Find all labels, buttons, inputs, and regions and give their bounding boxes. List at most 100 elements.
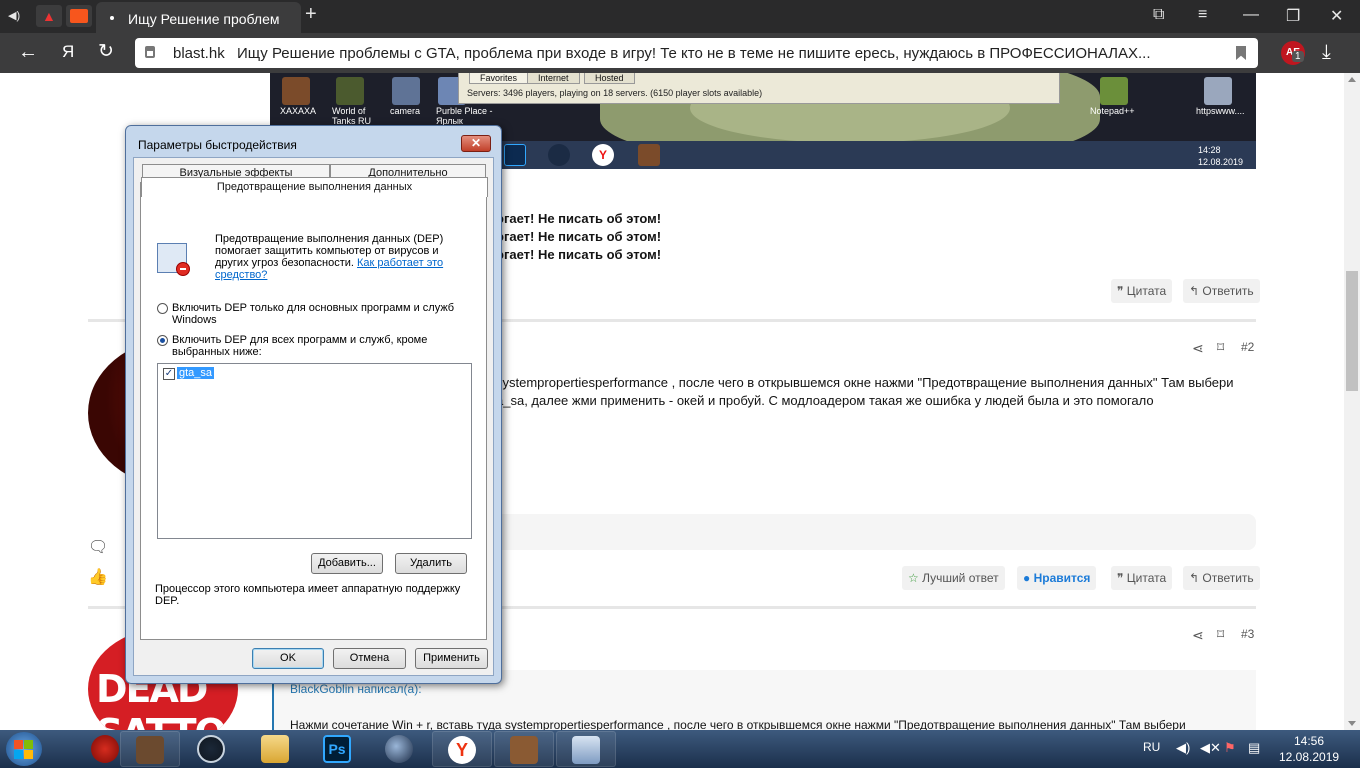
cpu-support-note: Процессор этого компьютера имеет аппарат… (155, 583, 461, 607)
like-button[interactable]: ● Нравится (1017, 566, 1097, 590)
dep-exception-list[interactable]: ✓ gta_sa (157, 363, 472, 539)
bookmark-post-icon-3[interactable]: ⌑ (1217, 626, 1224, 643)
windows-logo-part (14, 750, 23, 759)
restore-button[interactable]: ❐ (1286, 6, 1300, 26)
url-host: blast.hk (173, 45, 225, 62)
back-button[interactable]: ← (18, 41, 38, 63)
page-scrollbar[interactable] (1344, 73, 1360, 730)
taskbar-system[interactable] (556, 731, 616, 767)
taskbar-explorer[interactable] (246, 731, 306, 767)
pinned-tab-warning[interactable]: ▲ (36, 5, 62, 27)
network-warning-icon[interactable]: ⚑ (1224, 740, 1236, 756)
warning-icon: ▲ (42, 8, 56, 24)
desktop-icon-1 (282, 77, 310, 105)
extension-badge: 1 (1292, 51, 1304, 62)
star-icon: ☆ (908, 571, 923, 585)
bookmarks-icon[interactable]: ⧉ (1153, 6, 1164, 24)
radio-dep-essential[interactable] (157, 303, 168, 314)
samp-status: Servers: 3496 players, playing on 18 ser… (467, 88, 763, 98)
action-center-icon[interactable]: ▤ (1248, 740, 1260, 756)
gta-sa-checkbox[interactable]: ✓ (163, 368, 175, 380)
soundcloud-icon (70, 9, 88, 23)
windows-logo-icon (14, 740, 23, 749)
url-page-title: Ищу Решение проблемы с GTA, проблема при… (237, 45, 1151, 62)
gta-sa-icon (510, 736, 538, 764)
dialog-title: Параметры быстродействия (138, 138, 297, 152)
volume-icon[interactable]: ◀) (1176, 740, 1190, 756)
radio-dep-essential-label[interactable]: Включить DEP только для основных програм… (172, 302, 462, 326)
lock-icon[interactable] (145, 46, 155, 58)
clock-date[interactable]: 12.08.2019 (1279, 750, 1339, 764)
performance-options-dialog: Параметры быстродействия ✕ Визуальные эф… (125, 125, 502, 684)
language-indicator[interactable]: RU (1143, 740, 1160, 754)
taskbar-photoshop[interactable]: Ps (308, 731, 368, 767)
apply-button[interactable]: Применить (415, 648, 488, 669)
dialog-close-button[interactable]: ✕ (461, 135, 491, 152)
close-window-button[interactable]: ✕ (1330, 6, 1343, 26)
menu-icon[interactable]: ≡ (1198, 6, 1207, 24)
thumbs-up-icon: ● (1023, 571, 1034, 585)
bookmark-post-icon[interactable]: ⌑ (1217, 339, 1224, 356)
minimize-button[interactable]: — (1243, 6, 1259, 24)
post2-text-line-1: systempropertiesperformance , после чего… (496, 375, 1234, 390)
yandex-browser-icon: Y (448, 736, 476, 764)
tab-active[interactable]: Ищу Решение проблем (96, 2, 301, 33)
quote-author[interactable]: BlackGoblin написал(а): (290, 682, 422, 696)
taskbar-gta[interactable] (494, 731, 554, 767)
best-answer-button[interactable]: ☆ Лучший ответ (902, 566, 1005, 590)
list-item[interactable]: gta_sa (177, 367, 215, 379)
dep-tab-pane: Предотвращение выполнения данных Предотв… (140, 177, 488, 640)
scroll-up-icon[interactable] (1348, 77, 1356, 82)
desktop-icon-2 (336, 77, 364, 105)
scroll-down-icon[interactable] (1348, 721, 1356, 726)
browser-nav-bar: ← Я ↻ blast.hk Ищу Решение проблемы с GT… (0, 33, 1360, 73)
pinned-tab-soundcloud[interactable] (66, 5, 92, 27)
screenshot-clock-date: 12.08.2019 (1198, 157, 1244, 167)
folder-icon (261, 735, 289, 763)
post2-number[interactable]: #2 (1241, 340, 1254, 354)
bookmark-icon[interactable] (1236, 46, 1246, 60)
desktop-label-6: httpswww.... (1196, 106, 1245, 116)
speaker-muted-icon[interactable]: ◀✕ (1200, 740, 1221, 756)
speaker-icon[interactable]: ◀) (8, 9, 20, 22)
taskbar-yandex[interactable]: Y (432, 731, 492, 767)
desktop-icon-3 (392, 77, 420, 105)
address-bar[interactable]: blast.hk Ищу Решение проблемы с GTA, про… (135, 38, 1258, 68)
start-button[interactable] (6, 732, 42, 766)
quote-icon: ❞ (1117, 284, 1127, 298)
radio-dep-all-label[interactable]: Включить DEP для всех программ и служб, … (172, 334, 462, 358)
cinema4d-icon (385, 735, 413, 763)
desktop-icon-5 (1100, 77, 1128, 105)
scrollbar-thumb[interactable] (1346, 271, 1358, 391)
browser-tab-bar: ◀) ▲ Ищу Решение проблем + ⧉ ≡ — ❐ ✕ (0, 0, 1360, 33)
cancel-button[interactable]: Отмена (333, 648, 406, 669)
post3-number[interactable]: #3 (1241, 627, 1254, 641)
post2-reply-button[interactable]: ↰ Ответить (1183, 566, 1260, 590)
clock-time[interactable]: 14:56 (1294, 734, 1324, 748)
post2-text-line-2: a_sa, далее жми применить - окей и пробу… (496, 393, 1154, 408)
desktop-label-3: camera (390, 106, 421, 116)
screenshot-gta-icon (638, 144, 660, 166)
share-icon[interactable]: ⋖ (1192, 340, 1204, 357)
taskbar-app-2[interactable] (120, 731, 180, 767)
taskbar-steam[interactable] (182, 731, 242, 767)
samp-tab-hosted: Hosted (584, 73, 635, 84)
tab-dep[interactable]: Предотвращение выполнения данных (141, 177, 488, 197)
desktop-label-4: Purble Place - Ярлык (436, 106, 493, 126)
share-icon-3[interactable]: ⋖ (1192, 627, 1204, 644)
reply-icon: ↰ (1189, 284, 1203, 298)
tab-favicon (110, 16, 114, 20)
post2-quote-button[interactable]: ❞ Цитата (1111, 566, 1173, 590)
ok-button[interactable]: OK (252, 648, 324, 669)
windows-logo-part (24, 750, 33, 759)
reload-button[interactable]: ↻ (98, 41, 114, 63)
yandex-logo[interactable]: Я (62, 41, 74, 63)
post1-quote-button[interactable]: ❞ Цитата (1111, 279, 1173, 303)
post1-reply-button[interactable]: ↰ Ответить (1183, 279, 1260, 303)
download-icon[interactable]: ⤓ (1322, 41, 1331, 63)
remove-button[interactable]: Удалить (395, 553, 467, 574)
radio-dep-all[interactable] (157, 335, 168, 346)
new-tab-button[interactable]: + (305, 3, 317, 26)
taskbar-cinema4d[interactable] (370, 731, 430, 767)
add-button[interactable]: Добавить... (311, 553, 383, 574)
